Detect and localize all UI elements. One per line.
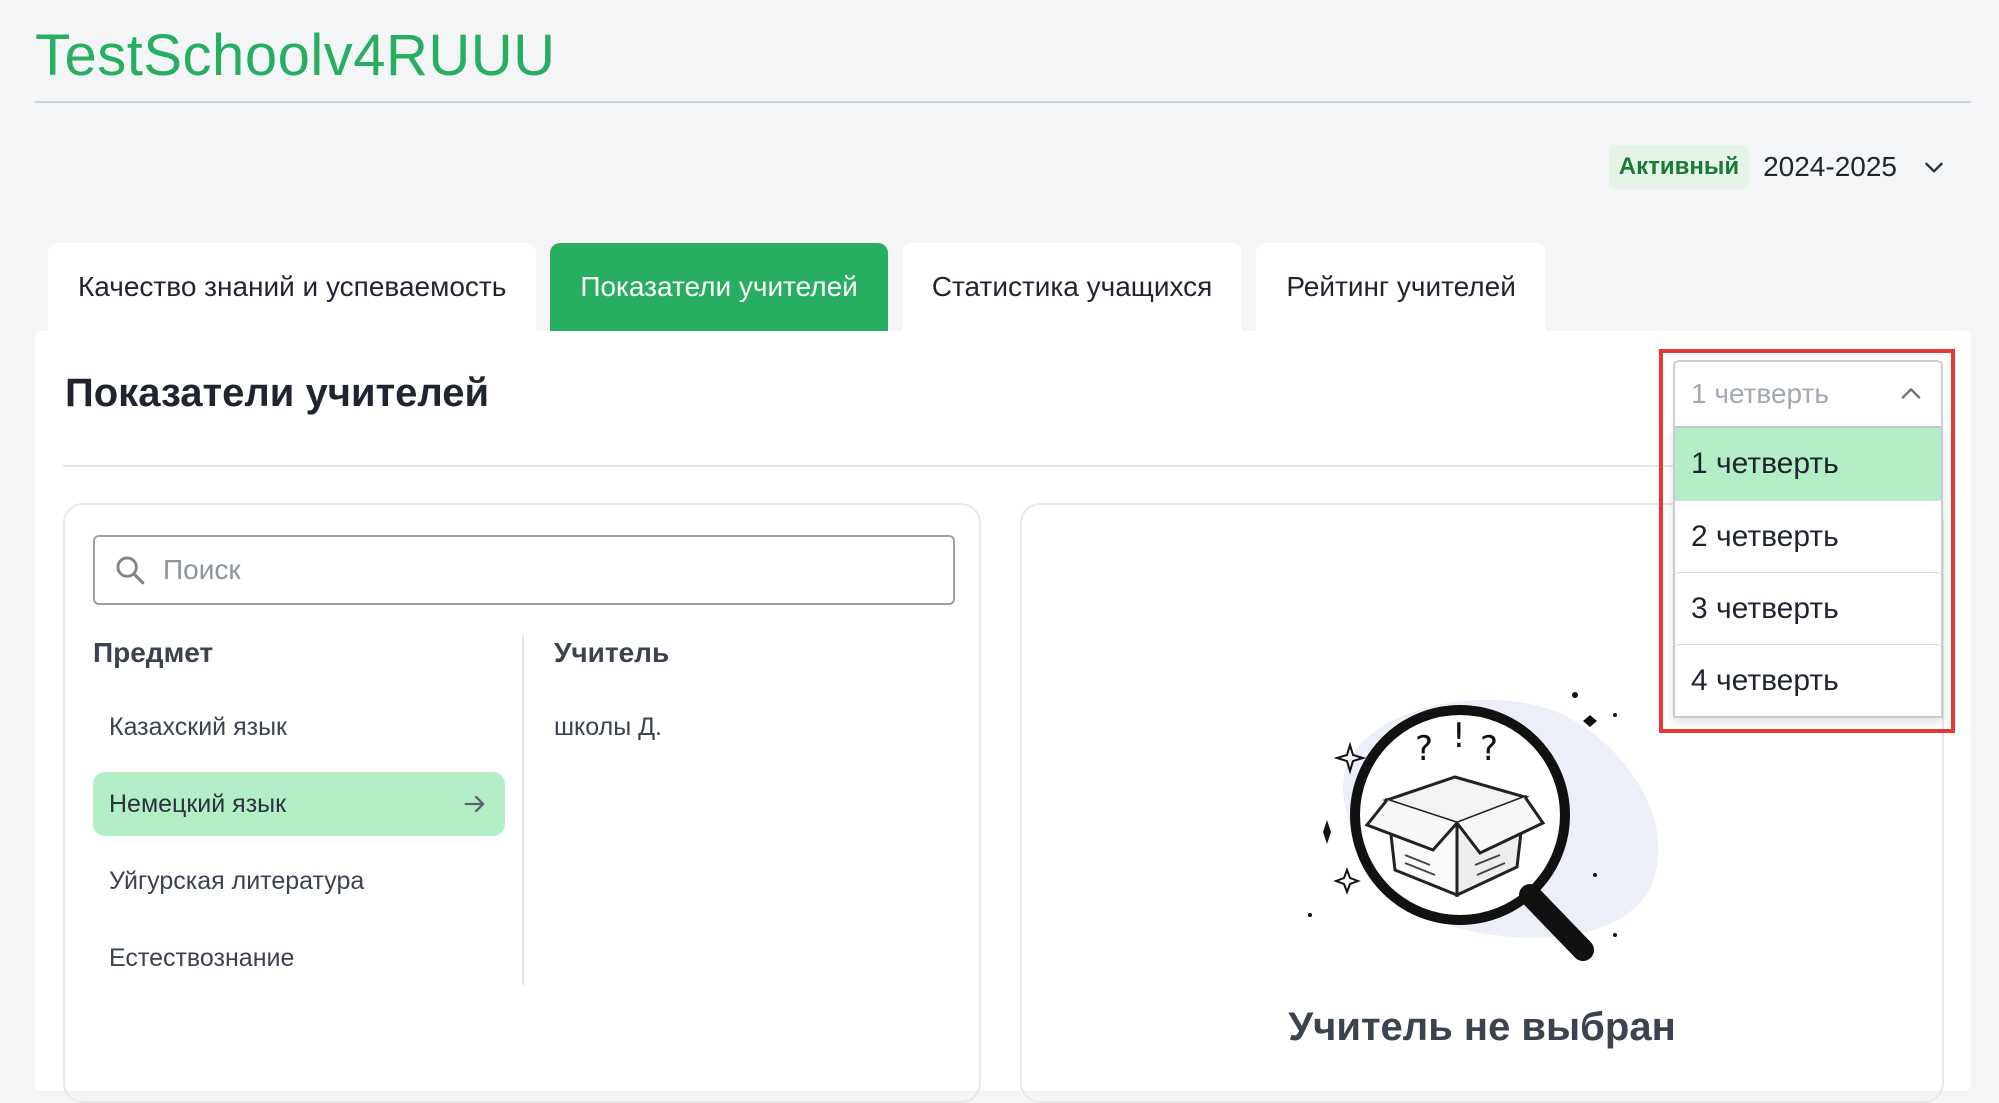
year-selector[interactable]: Активный 2024-2025	[1608, 145, 1947, 189]
quarter-dropdown[interactable]: 1 четверть 1 четверть 2 четверть 3 четве…	[1673, 360, 1943, 718]
column-divider	[522, 635, 524, 985]
subject-column-header: Предмет	[93, 637, 214, 668]
svg-text:?: ?	[1480, 729, 1498, 769]
search-icon	[116, 556, 145, 585]
tab-student-statistics[interactable]: Статистика учащихся	[901, 243, 1243, 331]
quarter-option-2[interactable]: 2 четверть	[1675, 500, 1941, 572]
subject-item-label: Немецкий язык	[109, 789, 287, 818]
status-badge: Активный	[1608, 145, 1750, 189]
tab-bar: Качество знаний и успеваемость Показател…	[48, 243, 1546, 331]
quarter-options-list: 1 четверть 2 четверть 3 четверть 4 четве…	[1673, 428, 1943, 718]
school-title: TestSchoolv4RUUU	[35, 23, 556, 88]
quarter-dropdown-toggle[interactable]: 1 четверть	[1673, 360, 1943, 428]
subject-item[interactable]: Казахский язык	[93, 695, 505, 759]
chevron-down-icon[interactable]	[1921, 154, 1947, 180]
page-title: Показатели учителей	[65, 371, 490, 415]
search-box[interactable]	[93, 535, 955, 605]
quarter-dropdown-value: 1 четверть	[1691, 378, 1829, 409]
subject-list: Казахский язык Немецкий язык Уйгурская л…	[93, 695, 505, 1003]
teacher-list: школы Д.	[554, 695, 662, 759]
quarter-option-3[interactable]: 3 четверть	[1675, 572, 1941, 644]
tab-knowledge-quality[interactable]: Качество знаний и успеваемость	[48, 243, 537, 331]
subject-item[interactable]: Уйгурская литература	[93, 849, 505, 913]
subject-item-label: Естествознание	[109, 943, 295, 972]
teacher-column-header: Учитель	[554, 637, 670, 668]
tab-teacher-indicators[interactable]: Показатели учителей	[550, 243, 888, 331]
panel-divider	[63, 465, 1943, 467]
search-input[interactable]	[161, 553, 925, 587]
quarter-option-1[interactable]: 1 четверть	[1675, 428, 1941, 500]
quarter-option-4[interactable]: 4 четверть	[1675, 644, 1941, 716]
subject-item-label: Казахский язык	[109, 712, 287, 741]
selection-card: Предмет Учитель Казахский язык Немецкий …	[63, 503, 981, 1103]
chevron-up-icon[interactable]	[1897, 380, 1925, 408]
empty-box-magnifier-illustration: ? ! ?	[1308, 692, 1659, 961]
svg-text:!: !	[1452, 716, 1466, 756]
svg-text:?: ?	[1415, 729, 1433, 769]
tab-teacher-rating[interactable]: Рейтинг учителей	[1256, 243, 1546, 331]
academic-year[interactable]: 2024-2025	[1763, 151, 1897, 183]
empty-state-message: Учитель не выбран	[1288, 1005, 1676, 1049]
title-divider	[35, 101, 1971, 103]
arrow-right-icon	[464, 795, 485, 813]
subject-item[interactable]: Естествознание	[93, 926, 505, 990]
subject-item-label: Уйгурская литература	[109, 866, 365, 895]
subject-item-selected[interactable]: Немецкий язык	[93, 772, 505, 836]
teacher-item[interactable]: школы Д.	[554, 695, 662, 759]
